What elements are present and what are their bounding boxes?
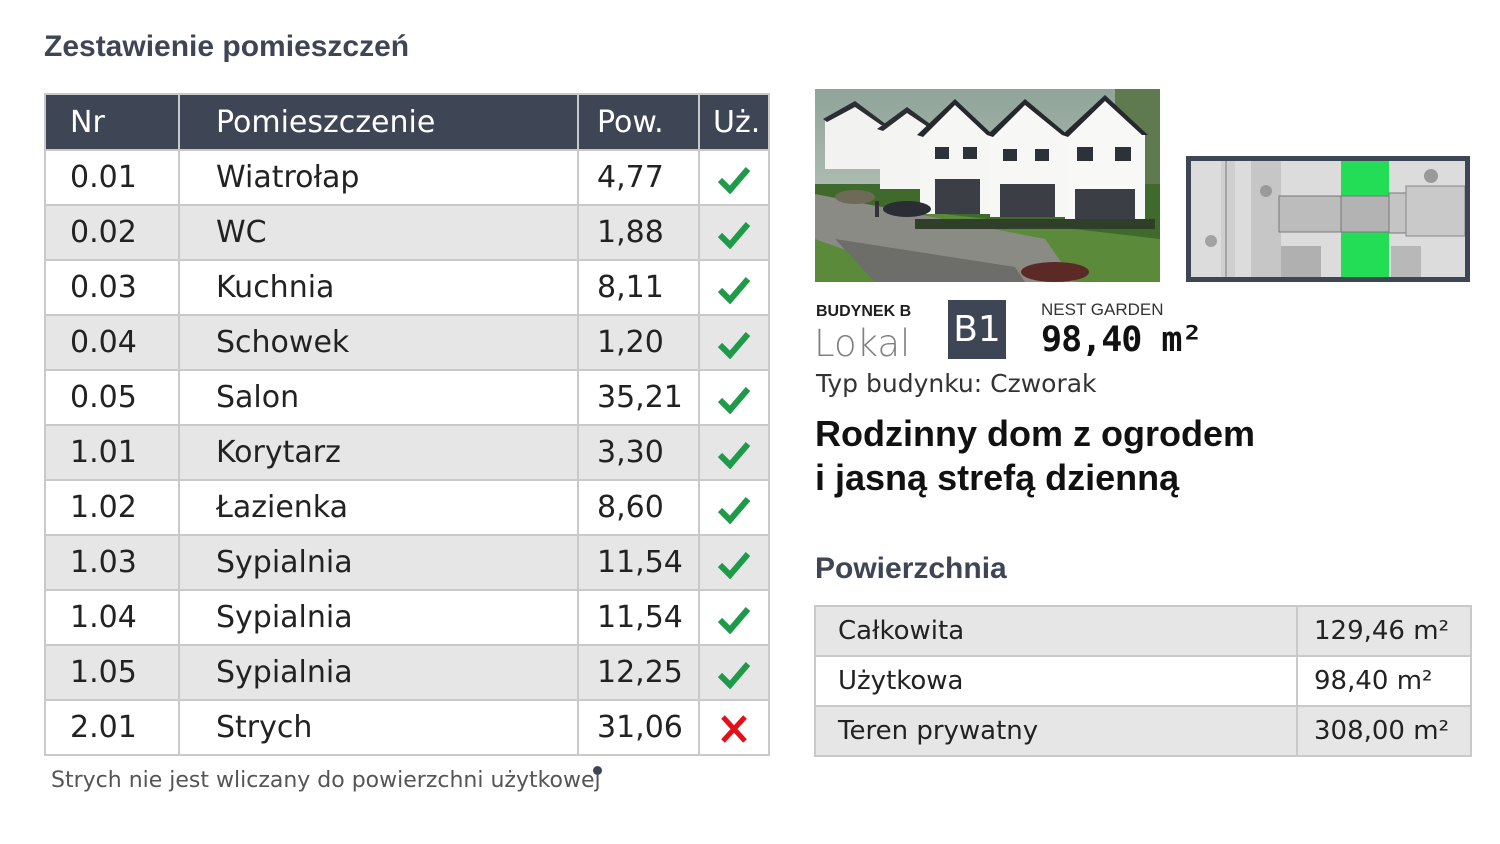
surface-value: 308,00 m² xyxy=(1296,705,1472,757)
room-number: 0.04 xyxy=(44,314,180,371)
room-area: 35,21 xyxy=(577,369,700,426)
check-icon xyxy=(717,221,751,249)
table-row: Użytkowa 98,40 m² xyxy=(814,655,1472,707)
surface-label: Użytkowa xyxy=(814,655,1298,707)
surface-label: Teren prywatny xyxy=(814,705,1298,757)
cross-icon xyxy=(721,714,747,743)
room-usable xyxy=(698,424,770,481)
room-usable xyxy=(698,699,770,756)
column-header-room: Pomieszczenie xyxy=(178,93,579,151)
room-name: Salon xyxy=(178,369,579,426)
room-usable xyxy=(698,644,770,701)
table-row: 0.03 Kuchnia 8,11 xyxy=(44,259,770,316)
room-name: Wiatrołap xyxy=(178,149,579,206)
column-header-usable: Uż. xyxy=(698,93,770,151)
headline-line-2: i jasną strefą dzienną xyxy=(815,457,1180,498)
room-number: 1.04 xyxy=(44,589,180,646)
table-row: 0.04 Schowek 1,20 xyxy=(44,314,770,371)
surface-table-body: Całkowita 129,46 m² Użytkowa 98,40 m² Teren … xyxy=(814,605,1472,757)
room-area: 8,60 xyxy=(577,479,700,536)
room-number: 0.05 xyxy=(44,369,180,426)
footnote: Strych nie jest wliczany do powierzchni … xyxy=(51,768,601,793)
table-row: 1.05 Sypialnia 12,25 xyxy=(44,644,770,701)
room-area: 8,11 xyxy=(577,259,700,316)
room-usable xyxy=(698,314,770,371)
headline-line-1: Rodzinny dom z ogrodem xyxy=(815,413,1255,454)
room-number: 0.03 xyxy=(44,259,180,316)
table-row: 0.05 Salon 35,21 xyxy=(44,369,770,426)
room-name: Strych xyxy=(178,699,579,756)
surface-value: 98,40 m² xyxy=(1296,655,1472,707)
room-area: 11,54 xyxy=(577,534,700,591)
building-render-image xyxy=(815,89,1160,282)
check-icon xyxy=(717,166,751,194)
room-number: 1.01 xyxy=(44,424,180,481)
column-header-area: Pow. xyxy=(577,93,700,151)
footnote-dot xyxy=(593,766,602,775)
table-row: 2.01 Strych 31,06 xyxy=(44,699,770,756)
room-number: 0.02 xyxy=(44,204,180,261)
room-area: 1,88 xyxy=(577,204,700,261)
table-row: 1.04 Sypialnia 11,54 xyxy=(44,589,770,646)
room-name: Schowek xyxy=(178,314,579,371)
surface-title: Powierzchnia xyxy=(815,552,1007,585)
room-area: 11,54 xyxy=(577,589,700,646)
room-name: Łazienka xyxy=(178,479,579,536)
room-usable xyxy=(698,479,770,536)
room-number: 0.01 xyxy=(44,149,180,206)
room-number: 1.02 xyxy=(44,479,180,536)
table-row: 1.01 Korytarz 3,30 xyxy=(44,424,770,481)
check-icon xyxy=(717,441,751,469)
room-area: 31,06 xyxy=(577,699,700,756)
table-row: 0.02 WC 1,88 xyxy=(44,204,770,261)
surface-table: Całkowita 129,46 m² Użytkowa 98,40 m² Teren … xyxy=(814,605,1472,757)
room-area: 3,30 xyxy=(577,424,700,481)
room-usable xyxy=(698,534,770,591)
rooms-table-header: Nr Pomieszczenie Pow. Uż. xyxy=(44,93,770,151)
room-name: Korytarz xyxy=(178,424,579,481)
surface-value: 129,46 m² xyxy=(1296,605,1472,657)
table-row: Teren prywatny 308,00 m² xyxy=(814,705,1472,757)
room-name: Sypialnia xyxy=(178,589,579,646)
room-number: 1.05 xyxy=(44,644,180,701)
room-name: Sypialnia xyxy=(178,534,579,591)
unit-badge: B1 xyxy=(948,300,1006,359)
check-icon xyxy=(717,331,751,359)
room-usable xyxy=(698,369,770,426)
table-row: Całkowita 129,46 m² xyxy=(814,605,1472,657)
room-number: 2.01 xyxy=(44,699,180,756)
check-icon xyxy=(717,496,751,524)
room-number: 1.03 xyxy=(44,534,180,591)
room-area: 4,77 xyxy=(577,149,700,206)
project-name: NEST GARDEN xyxy=(1041,300,1164,319)
surface-label: Całkowita xyxy=(814,605,1298,657)
column-header-nr: Nr xyxy=(44,93,180,151)
table-row: 1.03 Sypialnia 11,54 xyxy=(44,534,770,591)
table-row: 0.01 Wiatrołap 4,77 xyxy=(44,149,770,206)
table-row: 1.02 Łazienka 8,60 xyxy=(44,479,770,536)
room-usable xyxy=(698,204,770,261)
building-label: BUDYNEK B xyxy=(816,303,912,320)
room-name: WC xyxy=(178,204,579,261)
building-type: Typ budynku: Czworak xyxy=(816,369,1097,398)
room-usable xyxy=(698,589,770,646)
lokal-label: Lokal xyxy=(814,322,911,365)
check-icon xyxy=(717,386,751,414)
check-icon xyxy=(717,551,751,579)
check-icon xyxy=(717,276,751,304)
rooms-title: Zestawienie pomieszczeń xyxy=(44,30,410,63)
rooms-table-body: 0.01 Wiatrołap 4,77 0.02 WC 1,88 0.03 Kuchnia 8,… xyxy=(44,149,770,756)
check-icon xyxy=(717,661,751,689)
room-area: 1,20 xyxy=(577,314,700,371)
check-icon xyxy=(717,606,751,634)
room-area: 12,25 xyxy=(577,644,700,701)
site-plan-image xyxy=(1186,156,1470,282)
unit-area: 98,40 m² xyxy=(1041,320,1203,360)
room-usable xyxy=(698,259,770,316)
rooms-table: Nr Pomieszczenie Pow. Uż. 0.01 Wiatrołap 4… xyxy=(44,93,770,756)
headline: Rodzinny dom z ogrodem i jasną strefą dz… xyxy=(815,412,1375,500)
room-name: Sypialnia xyxy=(178,644,579,701)
room-name: Kuchnia xyxy=(178,259,579,316)
room-usable xyxy=(698,149,770,206)
